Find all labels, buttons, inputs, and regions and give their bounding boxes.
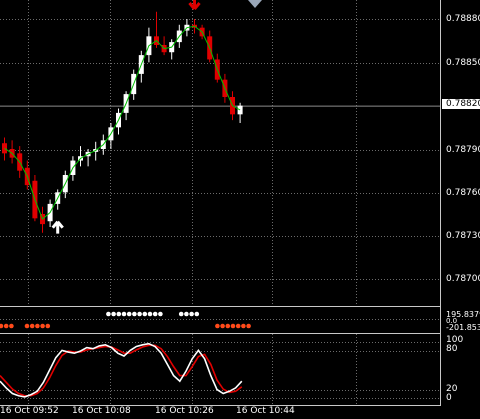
price-tick-label: 0.78700	[446, 274, 480, 284]
indicator-dot-red	[220, 323, 225, 329]
indicator-dot-red	[0, 323, 4, 329]
time-label: 16 Oct 10:08	[72, 406, 131, 416]
price-tick-label: 0.78790	[446, 145, 480, 155]
indicator-dot-white	[184, 311, 189, 317]
indicator-dot-white	[121, 311, 127, 317]
buy-arrow-icon	[51, 220, 64, 234]
price-tick-label: 0.78850	[446, 58, 480, 68]
time-label: 16 Oct 10:26	[155, 406, 214, 416]
current-price-label: 0.78820	[442, 99, 480, 109]
trading-chart[interactable]	[0, 0, 480, 419]
indicator-dot-red	[225, 323, 231, 329]
indicator-dot-white	[158, 311, 163, 317]
indicator-dot-red	[29, 323, 35, 329]
indicator-dot-white	[137, 311, 142, 317]
indicator-dot-white	[132, 311, 137, 317]
indicator-dot-red	[35, 323, 40, 329]
stoch-level-label: 80	[446, 344, 458, 354]
indicator-dot-red	[45, 323, 51, 329]
indicator-dot-red	[40, 323, 45, 329]
indicator-dot-red	[215, 323, 220, 329]
price-tick-label: 0.78730	[446, 231, 480, 241]
indicator-dot-white	[116, 311, 122, 317]
indicator-dot-white	[147, 311, 153, 317]
indicator-dot-white	[152, 311, 158, 317]
moving-average-line	[4, 25, 241, 220]
indicator-dot-red	[24, 323, 30, 329]
indicator-dot-white	[111, 311, 116, 317]
indicator-dot-red	[246, 323, 251, 329]
indicator-dot-white	[126, 311, 132, 317]
indicator-dot-red	[235, 323, 241, 329]
time-label: 16 Oct 10:44	[236, 406, 295, 416]
indicator-dot-white	[194, 311, 200, 317]
sell-arrow-icon	[188, 0, 201, 10]
price-tick-label: 0.78760	[446, 188, 480, 198]
indicator-dot-red	[241, 323, 246, 329]
indicator-dot-white	[178, 311, 184, 317]
indicator-dot-red	[230, 323, 236, 329]
indicator-dot-white	[142, 311, 148, 317]
stoch-level-label: 0	[446, 393, 452, 403]
time-label: 16 Oct 09:52	[0, 406, 59, 416]
indicator-zero-label: 0.0	[446, 317, 458, 325]
indicator-dot-white	[189, 311, 194, 317]
indicator-dot-white	[106, 311, 111, 317]
shift-marker-icon	[248, 0, 262, 8]
stochastic-signal-line	[0, 344, 243, 397]
indicator-dot-red	[3, 323, 9, 329]
indicator-dot-red	[9, 323, 14, 329]
price-tick-label: 0.78880	[446, 14, 480, 24]
